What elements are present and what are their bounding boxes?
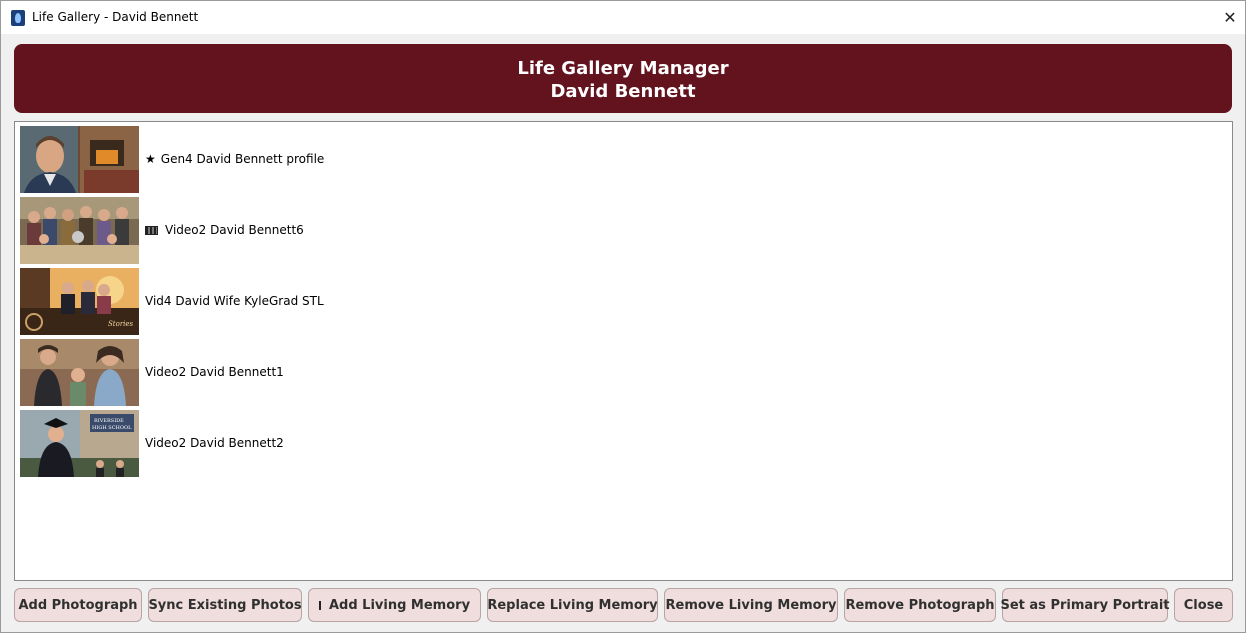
window-close-icon[interactable]: ✕ <box>1215 1 1245 34</box>
replace-living-memory-button[interactable]: Replace Living Memory <box>487 588 658 622</box>
gallery-item[interactable]: ★ Gen4 David Bennett profile <box>20 125 1120 193</box>
window-title: Life Gallery - David Bennett <box>32 10 199 24</box>
film-icon <box>145 225 158 235</box>
gallery-item[interactable]: Video2 David Bennett1 <box>20 338 1120 406</box>
title-bar: Life Gallery - David Bennett ✕ <box>1 1 1245 34</box>
thumbnail-graduation-banner[interactable]: Stories <box>20 267 139 335</box>
thumbnail-graduation-photo[interactable]: RIVERSIDE HIGH SCHOOL <box>20 409 139 477</box>
gallery-list[interactable]: ★ Gen4 David Bennett profile Video2 Davi… <box>14 121 1233 581</box>
svg-text:Stories: Stories <box>108 320 134 328</box>
sync-existing-photos-button[interactable]: Sync Existing Photos <box>148 588 302 622</box>
gallery-header: Life Gallery Manager David Bennett <box>14 44 1232 113</box>
remove-living-memory-button[interactable]: Remove Living Memory <box>664 588 838 622</box>
gallery-item-label: Vid4 David Wife KyleGrad STL <box>145 294 324 308</box>
thumbnail-portrait[interactable] <box>20 125 139 193</box>
thumbnail-family-photo[interactable] <box>20 196 139 264</box>
gallery-item[interactable]: Stories Vid4 David Wife KyleGrad STL <box>20 267 1120 335</box>
gallery-item-label: Video2 David Bennett1 <box>145 365 284 379</box>
add-living-memory-button[interactable]: Add Living Memory <box>308 588 481 622</box>
svg-text:RIVERSIDE: RIVERSIDE <box>94 418 124 424</box>
add-living-memory-label: Add Living Memory <box>328 597 471 613</box>
header-person-name: David Bennett <box>550 81 696 102</box>
header-title: Life Gallery Manager <box>517 58 729 79</box>
add-photograph-button[interactable]: Add Photograph <box>14 588 142 622</box>
thumbnail-family-portrait[interactable] <box>20 338 139 406</box>
gallery-item-label: Video2 David Bennett2 <box>145 436 284 450</box>
gallery-item[interactable]: RIVERSIDE HIGH SCHOOL Video2 David Benne… <box>20 409 1120 477</box>
gallery-item-label: Gen4 David Bennett profile <box>160 152 325 166</box>
remove-photograph-button[interactable]: Remove Photograph <box>844 588 996 622</box>
gallery-item[interactable]: Video2 David Bennett6 <box>20 196 1120 264</box>
film-icon <box>318 600 321 610</box>
action-bar: Add Photograph Sync Existing Photos Add … <box>14 588 1233 622</box>
life-gallery-window: Life Gallery - David Bennett ✕ Life Gall… <box>0 0 1246 633</box>
close-button[interactable]: Close <box>1174 588 1233 622</box>
app-icon <box>11 10 25 26</box>
svg-text:HIGH SCHOOL: HIGH SCHOOL <box>92 425 132 431</box>
star-icon: ★ <box>145 152 156 166</box>
gallery-item-label: Video2 David Bennett6 <box>165 223 304 237</box>
set-primary-portrait-button[interactable]: Set as Primary Portrait <box>1000 588 1170 622</box>
